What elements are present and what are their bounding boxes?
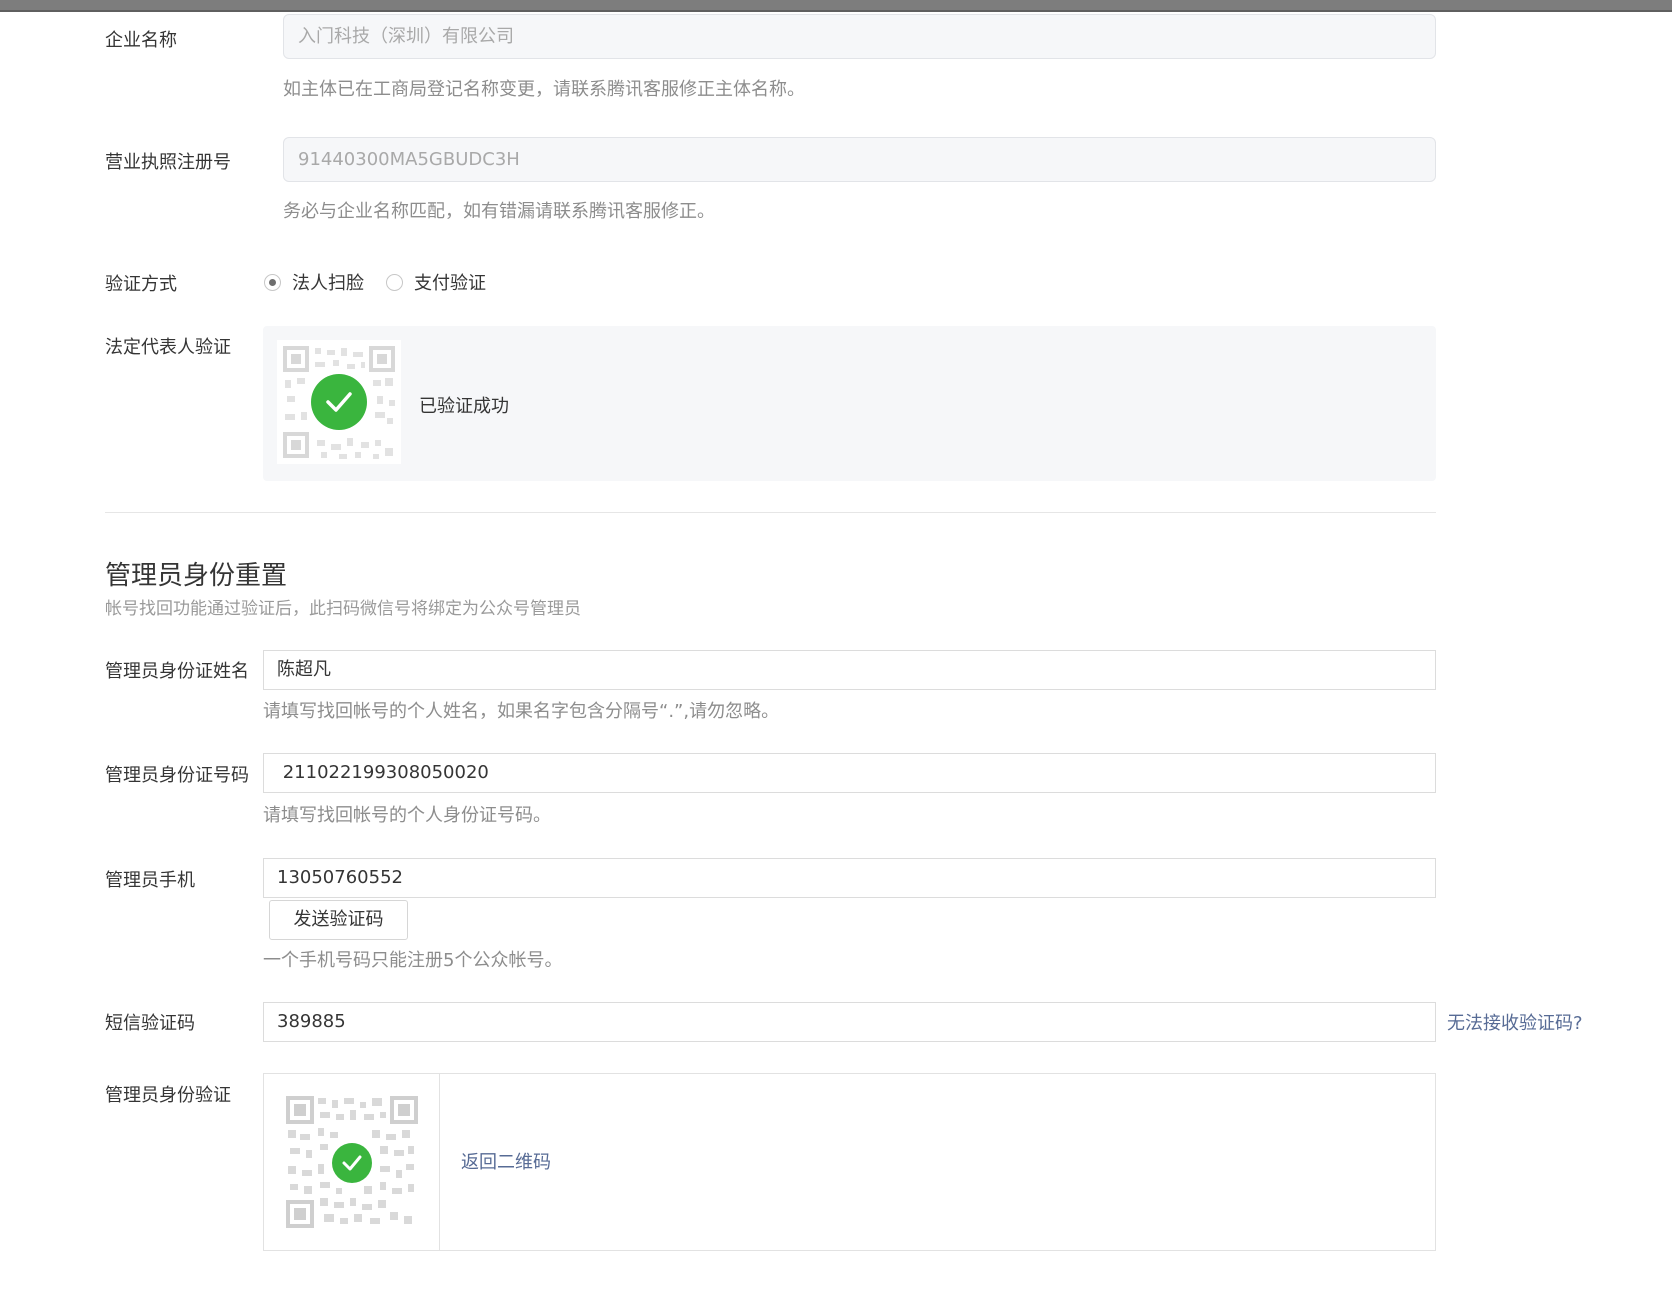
admin-phone-label: 管理员手机 <box>105 870 195 891</box>
checkmark-icon <box>342 1155 362 1171</box>
license-hint: 务必与企业名称匹配，如有错漏请联系腾讯客服修正。 <box>283 201 715 222</box>
top-bar <box>0 0 1672 12</box>
admin-name-input[interactable]: 陈超凡 <box>263 650 1436 690</box>
radio-payment-verify-label: 支付验证 <box>414 273 486 294</box>
radio-face-scan-label: 法人扫脸 <box>292 273 364 294</box>
radio-payment-verify[interactable]: 支付验证 <box>386 269 486 295</box>
checkmark-icon <box>326 392 352 412</box>
admin-reset-title: 管理员身份重置 <box>105 561 288 591</box>
admin-id-label: 管理员身份证号码 <box>105 765 249 786</box>
radio-checked-icon[interactable] <box>264 273 281 291</box>
section-divider <box>105 512 1436 513</box>
admin-identity-label: 管理员身份验证 <box>105 1085 231 1106</box>
send-code-button[interactable]: 发送验证码 <box>269 900 408 940</box>
sms-code-label: 短信验证码 <box>105 1013 195 1034</box>
radio-face-scan[interactable]: 法人扫脸 <box>264 269 364 295</box>
admin-qr-cell <box>264 1074 440 1250</box>
admin-id-input[interactable]: 211022199308050020 <box>263 753 1436 793</box>
admin-check-circle-icon <box>332 1143 372 1183</box>
admin-id-hint: 请填写找回帐号的个人身份证号码。 <box>263 805 551 826</box>
admin-phone-input[interactable]: 13050760552 <box>263 858 1436 898</box>
sms-help-link[interactable]: 无法接收验证码? <box>1447 1009 1583 1035</box>
legal-verify-label: 法定代表人验证 <box>105 337 231 358</box>
admin-name-hint: 请填写找回帐号的个人姓名，如果名字包含分隔号“.”,请勿忽略。 <box>263 701 780 722</box>
company-name-label: 企业名称 <box>105 30 177 51</box>
admin-name-label: 管理员身份证姓名 <box>105 661 249 682</box>
company-name-hint: 如主体已在工商局登记名称变更，请联系腾讯客服修正主体名称。 <box>283 79 805 100</box>
verify-method-label: 验证方式 <box>105 274 177 295</box>
license-label: 营业执照注册号 <box>105 152 231 173</box>
verify-method-radio-group: 法人扫脸 支付验证 <box>264 268 508 296</box>
legal-check-circle-icon <box>311 374 367 430</box>
admin-phone-hint: 一个手机号码只能注册5个公众帐号。 <box>263 950 563 971</box>
license-field: 91440300MA5GBUDC3H <box>283 137 1436 182</box>
return-qr-link[interactable]: 返回二维码 <box>461 1148 551 1174</box>
legal-verify-status: 已验证成功 <box>419 396 509 417</box>
radio-unchecked-icon[interactable] <box>386 273 403 291</box>
company-name-field: 入门科技（深圳）有限公司 <box>283 14 1436 59</box>
admin-reset-desc: 帐号找回功能通过验证后，此扫码微信号将绑定为公众号管理员 <box>105 599 581 619</box>
admin-identity-box: 返回二维码 <box>263 1073 1436 1251</box>
sms-code-input[interactable]: 389885 <box>263 1002 1436 1042</box>
